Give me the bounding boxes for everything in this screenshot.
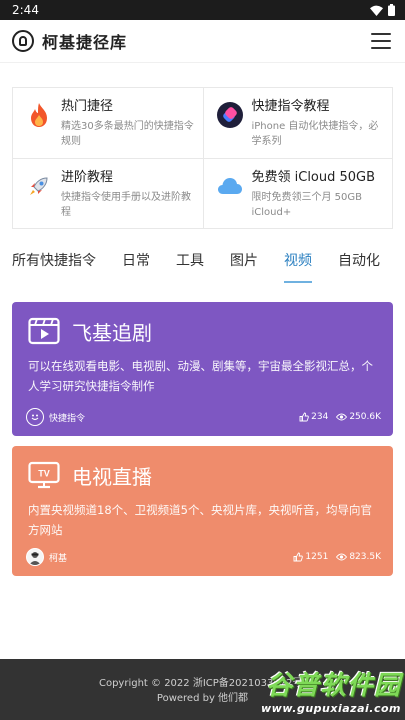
like-stat: 234 xyxy=(299,412,328,422)
grid-item-desc: 快捷指令使用手册以及进阶教程 xyxy=(61,192,191,218)
battery-icon xyxy=(388,4,395,16)
grid-item-title: 热门捷径 xyxy=(61,99,114,114)
card-author: 柯基 xyxy=(26,548,67,566)
like-stat: 1251 xyxy=(293,552,328,562)
grid-item-shortcut-tutorial[interactable]: 快捷指令教程 iPhone 自动化快捷指令，必学系列 xyxy=(202,88,393,158)
card-header: TV 电视直播 xyxy=(28,460,381,490)
thumbs-up-icon xyxy=(293,552,304,562)
shortcuts-app-icon xyxy=(216,101,244,129)
wifi-icon xyxy=(370,5,383,16)
like-count: 234 xyxy=(311,412,329,422)
shortcut-card[interactable]: TV 电视直播 内置央视频道18个、卫视频道5个、央视片库，央视听音，均导向官方… xyxy=(12,446,393,576)
eye-icon xyxy=(336,413,348,421)
grid-item-icloud[interactable]: 免费领 iCloud 50GB 限时免费领三个月 50GB iCloud+ xyxy=(202,158,392,228)
view-count: 250.6K xyxy=(349,412,381,422)
tab-all-shortcuts[interactable]: 所有快捷指令 xyxy=(12,243,96,287)
status-time: 2:44 xyxy=(12,3,39,17)
status-icons xyxy=(370,4,395,16)
app-title: 柯基捷径库 xyxy=(42,33,128,52)
eye-icon xyxy=(336,553,348,561)
icloud-icon xyxy=(216,172,244,200)
tv-icon: TV xyxy=(28,461,60,489)
grid-item-desc: iPhone 自动化快捷指令，必学系列 xyxy=(251,121,379,147)
card-title: 飞基追剧 xyxy=(72,320,152,345)
tab-tools[interactable]: 工具 xyxy=(176,243,204,287)
video-player-icon xyxy=(28,317,60,345)
grid-item-title: 进阶教程 xyxy=(61,170,114,185)
grid-item-desc: 限时免费领三个月 50GB iCloud+ xyxy=(251,192,363,218)
view-stat: 250.6K xyxy=(336,412,381,422)
tab-automation[interactable]: 自动化 xyxy=(338,243,380,287)
view-count: 823.5K xyxy=(349,552,381,562)
author-name: 柯基 xyxy=(49,553,68,564)
view-stat: 823.5K xyxy=(336,552,381,562)
app-bar: 柯基捷径库 xyxy=(0,20,405,63)
hamburger-menu-icon[interactable] xyxy=(371,33,391,49)
card-title: 电视直播 xyxy=(72,464,152,489)
status-bar: 2:44 xyxy=(0,0,405,20)
watermark-logo: 谷普软件园 www.gupuxiazai.com xyxy=(261,665,401,715)
smiley-avatar-icon xyxy=(26,408,44,426)
grid-item-title: 免费领 iCloud 50GB xyxy=(251,170,376,185)
feature-grid: 热门捷径 精选30多条最热门的快捷指令规则 快捷指令教程 iPhone 自动化快… xyxy=(12,87,393,229)
card-desc: 内置央视频道18个、卫视频道5个、央视片库，央视听音，均导向官方网站 xyxy=(28,503,372,537)
like-count: 1251 xyxy=(305,552,329,562)
tab-video[interactable]: 视频 xyxy=(284,243,312,287)
rocket-icon xyxy=(25,172,53,200)
card-stats: 1251 823.5K xyxy=(293,552,381,562)
brand[interactable]: 柯基捷径库 xyxy=(12,29,127,53)
card-desc: 可以在线观看电影、电视剧、动漫、剧集等，宇宙最全影视汇总，个人学习研究快捷指令制… xyxy=(28,359,373,393)
card-footer: 快捷指令 234 250.6K xyxy=(26,408,381,426)
grid-item-hot-shortcuts[interactable]: 热门捷径 精选30多条最热门的快捷指令规则 xyxy=(13,88,203,158)
watermark-title: 谷普软件园 xyxy=(265,671,401,701)
card-footer: 柯基 1251 823.5K xyxy=(26,548,381,566)
svg-text:TV: TV xyxy=(38,469,50,479)
corgi-logo-icon xyxy=(12,30,34,52)
grid-item-title: 快捷指令教程 xyxy=(251,99,330,114)
author-name: 快捷指令 xyxy=(49,413,86,424)
fire-icon xyxy=(25,101,53,129)
card-header: 飞基追剧 xyxy=(28,316,381,346)
user-avatar xyxy=(26,548,44,566)
grid-item-advanced-tutorial[interactable]: 进阶教程 快捷指令使用手册以及进阶教程 xyxy=(13,158,203,228)
watermark-url: www.gupuxiazai.com xyxy=(261,702,401,715)
thumbs-up-icon xyxy=(299,412,309,422)
card-author: 快捷指令 xyxy=(26,408,85,426)
category-tabs: 所有快捷指令 日常 工具 图片 视频 自动化 xyxy=(0,243,405,287)
card-stats: 234 250.6K xyxy=(299,412,381,422)
tab-daily[interactable]: 日常 xyxy=(122,243,150,287)
tab-images[interactable]: 图片 xyxy=(230,243,258,287)
grid-item-desc: 精选30多条最热门的快捷指令规则 xyxy=(61,121,194,147)
shortcut-card[interactable]: 飞基追剧 可以在线观看电影、电视剧、动漫、剧集等，宇宙最全影视汇总，个人学习研究… xyxy=(12,302,393,436)
